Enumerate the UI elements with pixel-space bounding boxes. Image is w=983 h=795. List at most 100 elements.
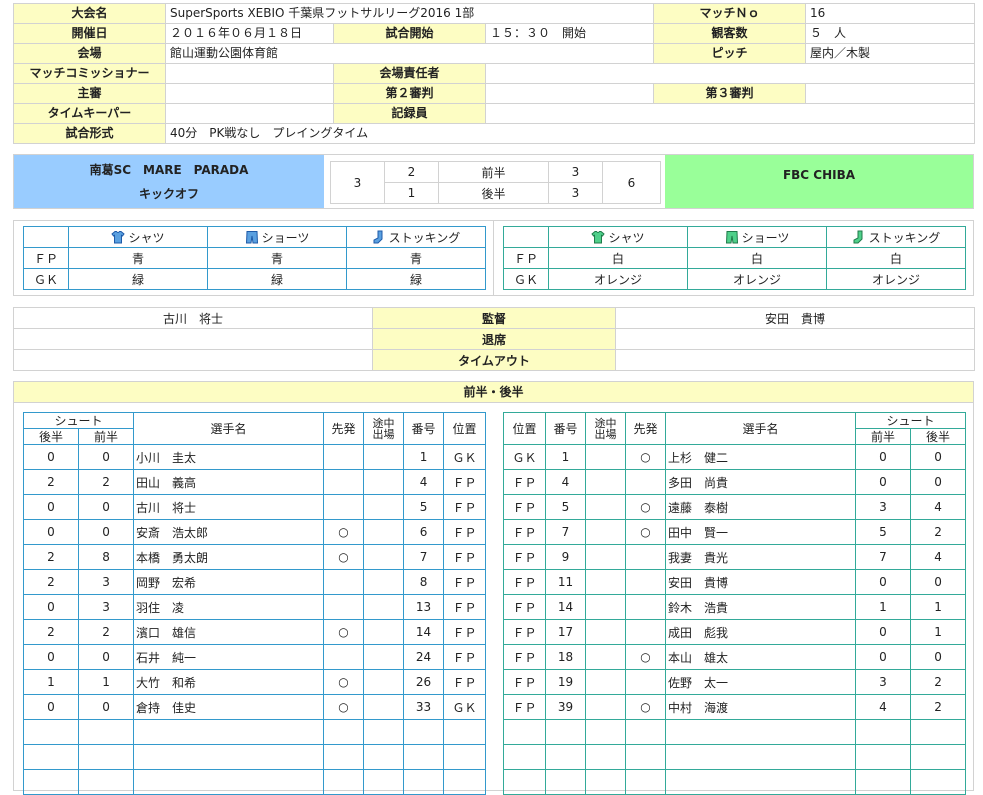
player-name-header: 選手名 — [665, 412, 856, 445]
player-number: 24 — [403, 644, 445, 670]
player-second-half-shoot: 2 — [909, 669, 967, 695]
player-name: 遠藤 泰樹 — [665, 494, 856, 520]
away-uniform-panel: シャツ ショーツ ストッキング ＦＰ 白 白 白 ＧＫ オレンジ オレンジ オレ… — [493, 220, 974, 296]
player-number: 4 — [545, 469, 586, 495]
player-number — [545, 769, 586, 795]
player-second-half-shoot: 4 — [909, 494, 967, 520]
player-position: ＦＰ — [443, 494, 487, 520]
fp-label: ＦＰ — [503, 247, 549, 269]
table-row: 1 1 大竹 和希 ○ 26 ＦＰ — [23, 669, 487, 695]
away-timeout — [615, 349, 975, 371]
home-first-half-score: 2 — [384, 161, 439, 183]
table-row: ＦＰ 19 佐野 太一 3 2 — [503, 669, 967, 695]
player-substitute — [363, 744, 405, 770]
player-number: 7 — [545, 519, 586, 545]
match-info-table: 大会名 SuperSports XEBIO 千葉県フットサルリーグ2016 1部… — [13, 3, 976, 144]
third-referee-value — [805, 83, 976, 104]
player-substitute — [363, 644, 405, 670]
start-value: １５：３０ 開始 — [484, 23, 655, 44]
player-position: ＦＰ — [443, 544, 487, 570]
number-header: 番号 — [545, 412, 586, 445]
uniform-corner — [23, 226, 69, 248]
player-number — [545, 744, 586, 770]
tournament-label: 大会名 — [13, 3, 166, 24]
player-starter — [323, 769, 365, 795]
number-header: 番号 — [403, 412, 445, 445]
player-starter: ○ — [625, 444, 666, 470]
player-second-half-shoot: 0 — [909, 644, 967, 670]
player-second-half-shoot: 2 — [23, 619, 79, 645]
away-roster-table: 位置 番号 途中 出場 先発 選手名 シュート 前半 後半 ＧＫ 1 ○ 上杉 健二 0 0… — [503, 412, 967, 795]
player-second-half-shoot: 0 — [23, 644, 79, 670]
table-row — [503, 744, 967, 770]
player-name: 多田 尚貴 — [665, 469, 856, 495]
away-fp-shirt: 白 — [548, 247, 688, 269]
player-number: 26 — [403, 669, 445, 695]
player-number: 17 — [545, 619, 586, 645]
away-first-half-score: 3 — [548, 161, 603, 183]
player-position: ＦＰ — [443, 619, 487, 645]
player-number: 1 — [545, 444, 586, 470]
player-second-half-shoot — [23, 744, 79, 770]
table-row — [503, 769, 967, 795]
player-substitute — [585, 569, 626, 595]
home-fp-shorts: 青 — [207, 247, 347, 269]
player-starter — [625, 594, 666, 620]
player-position: ＦＰ — [503, 544, 546, 570]
player-starter — [323, 469, 365, 495]
player-number: 5 — [403, 494, 445, 520]
player-starter — [625, 544, 666, 570]
table-row — [503, 719, 967, 745]
uniform-corner — [503, 226, 549, 248]
player-substitute — [585, 719, 626, 745]
player-substitute — [363, 469, 405, 495]
player-substitute — [585, 469, 626, 495]
table-row: 2 2 田山 義高 4 ＦＰ — [23, 469, 487, 495]
second-half-shoot-header: 後半 — [23, 428, 79, 445]
player-starter: ○ — [323, 669, 365, 695]
staff-table: 古川 将士 監督 安田 貴博 退席 タイムアウト — [13, 307, 975, 371]
info-row: 大会名 SuperSports XEBIO 千葉県フットサルリーグ2016 1部… — [13, 3, 976, 24]
info-row: マッチコミッショナー 会場責任者 — [13, 63, 976, 84]
player-starter — [625, 769, 666, 795]
player-second-half-shoot — [909, 744, 967, 770]
player-position — [503, 719, 546, 745]
table-row: ＦＰ 7 ○ 田中 賢一 5 2 — [503, 519, 967, 545]
player-name — [133, 769, 325, 795]
audience-label: 観客数 — [653, 23, 807, 44]
player-name: 岡野 宏希 — [133, 569, 325, 595]
recorder-value — [484, 103, 976, 124]
away-manager-name: 安田 貴博 — [615, 307, 975, 329]
player-second-half-shoot: 0 — [909, 569, 967, 595]
player-name: 本橋 勇太朗 — [133, 544, 325, 570]
player-second-half-shoot: 2 — [909, 519, 967, 545]
player-second-half-shoot: 4 — [909, 544, 967, 570]
home-fp-socks: 青 — [346, 247, 486, 269]
first-half-shoot-header: 前半 — [77, 428, 135, 445]
substitute-header: 途中 出場 — [363, 412, 405, 445]
table-row: 2 2 濱口 雄信 ○ 14 ＦＰ — [23, 619, 487, 645]
gk-label: ＧＫ — [23, 268, 69, 290]
table-row: 0 3 羽住 凌 13 ＦＰ — [23, 594, 487, 620]
kickoff-label: キックオフ — [138, 187, 199, 201]
gk-label: ＧＫ — [503, 268, 549, 290]
player-position — [503, 769, 546, 795]
away-second-half-score: 3 — [548, 182, 603, 204]
player-first-half-shoot: 5 — [855, 519, 911, 545]
player-first-half-shoot: 1 — [77, 669, 135, 695]
starter-header: 先発 — [625, 412, 666, 445]
player-starter: ○ — [625, 644, 666, 670]
player-starter — [323, 444, 365, 470]
player-position — [503, 744, 546, 770]
table-row — [23, 744, 487, 770]
match-no-label: マッチＮｏ — [653, 3, 807, 24]
player-first-half-shoot — [855, 744, 911, 770]
player-starter — [625, 569, 666, 595]
player-first-half-shoot: 0 — [855, 469, 911, 495]
home-second-half-score: 1 — [384, 182, 439, 204]
player-position: ＧＫ — [443, 444, 487, 470]
player-starter — [625, 619, 666, 645]
player-position: ＦＰ — [443, 669, 487, 695]
position-header: 位置 — [503, 412, 546, 445]
timekeeper-label: タイムキーパー — [13, 103, 166, 124]
